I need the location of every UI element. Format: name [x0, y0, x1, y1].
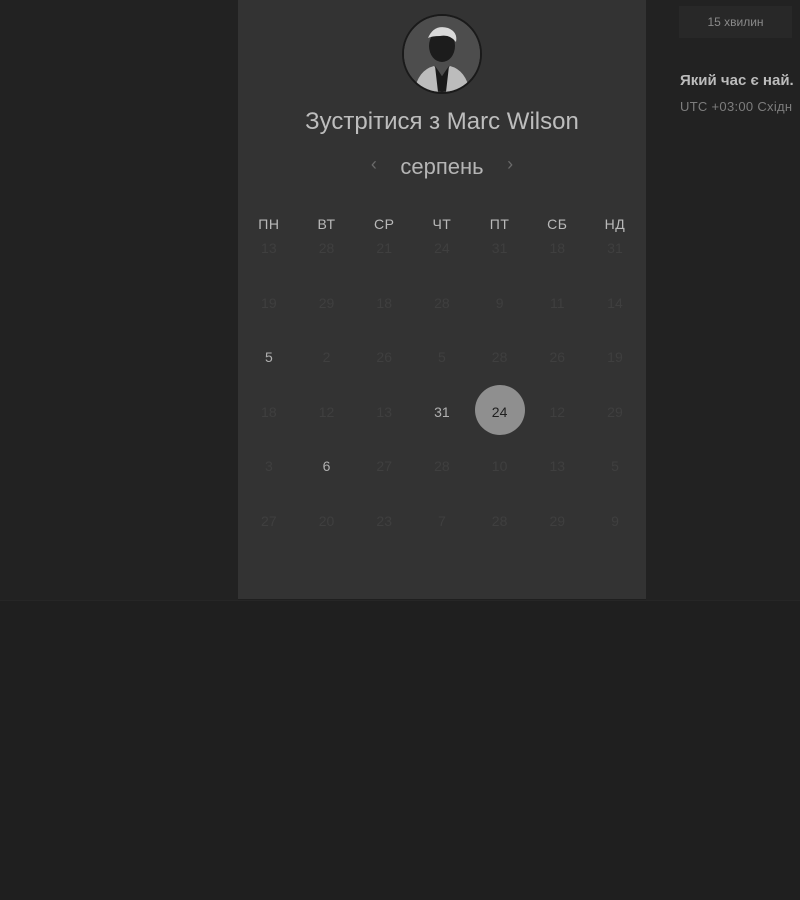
timezone-label[interactable]: UTC +03:00 Східн [680, 99, 792, 114]
chevron-right-icon[interactable]: › [500, 154, 520, 175]
calendar-day: 27 [261, 512, 277, 529]
calendar-day: 28 [434, 458, 450, 474]
calendar-day: 28 [491, 349, 508, 365]
calendar-day: 5 [438, 349, 446, 365]
calendar-day: 12 [318, 403, 335, 420]
calendar-day-available[interactable]: 31 [413, 402, 471, 422]
calendar-day: 26 [376, 349, 392, 365]
calendar-week: 19 29 18 28 9 11 14 [240, 293, 644, 348]
calendar-day: 29 [318, 294, 335, 311]
calendar-day: 21 [376, 240, 392, 256]
calendar-day: 12 [549, 403, 566, 420]
weekday-header: ПН ВТ СР ЧТ ПТ СБ НД [240, 216, 644, 232]
calendar-day: 18 [376, 294, 392, 311]
calendar-day: 10 [491, 458, 508, 474]
calendar-day: 31 [491, 240, 508, 256]
page-title: Зустрітися з Marc Wilson [305, 108, 579, 135]
month-label: серпень [400, 154, 484, 179]
calendar-week: 27 20 23 7 28 29 9 [240, 511, 644, 566]
calendar-day: 27 [376, 458, 392, 474]
calendar-day-available[interactable]: 5 [240, 347, 298, 367]
calendar-day: 31 [607, 240, 623, 256]
chevron-left-icon[interactable]: ‹ [364, 154, 384, 175]
duration-button[interactable]: 15 хвилин [679, 6, 792, 38]
calendar-day: 28 [318, 240, 335, 256]
calendar-grid: 13 28 21 24 31 18 31 19 29 18 28 9 11 14… [240, 238, 644, 565]
calendar-day: 9 [611, 512, 619, 529]
calendar-day: 14 [607, 294, 623, 311]
calendar-day: 2 [322, 349, 331, 365]
calendar-week: 5 2 26 5 28 26 19 [240, 347, 644, 402]
calendar-day: 28 [491, 512, 508, 529]
month-navigation: ‹ серпень › [238, 154, 646, 184]
calendar-week: 13 28 21 24 31 18 31 [240, 238, 644, 293]
weekday-label: СБ [547, 216, 568, 232]
calendar-day: 23 [376, 512, 392, 529]
calendar-day: 9 [495, 294, 504, 311]
calendar-day: 28 [434, 294, 450, 311]
weekday-label: СР [373, 216, 395, 232]
time-question-heading: Який час є най. [680, 72, 794, 89]
calendar-day-selected[interactable]: 24 [471, 384, 529, 435]
calendar-week: 3 6 27 28 10 13 5 [240, 456, 644, 511]
calendar-day-available[interactable]: 6 [298, 456, 356, 476]
calendar-day: 26 [549, 349, 566, 365]
calendar-day: 18 [549, 240, 566, 256]
calendar-week: 18 12 13 31 24 12 29 [240, 384, 644, 457]
calendar-day: 29 [549, 512, 566, 529]
calendar-day: 19 [261, 294, 277, 311]
booking-calendar-panel: Зустрітися з Marc Wilson ‹ серпень › ПН … [238, 0, 646, 599]
calendar-day: 13 [549, 458, 566, 474]
avatar-photo [404, 16, 480, 92]
calendar-day: 13 [261, 240, 277, 256]
weekday-label: НД [604, 216, 626, 232]
calendar-day: 11 [550, 294, 565, 311]
calendar-day: 19 [607, 349, 623, 365]
calendar-day: 24 [434, 240, 450, 256]
calendar-day: 5 [611, 458, 619, 474]
calendar-day: 18 [261, 403, 277, 420]
calendar-day: 13 [376, 403, 392, 420]
calendar-day: 29 [607, 403, 623, 420]
selected-day-number: 24 [491, 403, 508, 420]
divider [0, 600, 800, 601]
calendar-day: 3 [264, 458, 273, 474]
calendar-day: 20 [318, 512, 335, 529]
avatar [402, 14, 482, 94]
weekday-label: ПН [258, 216, 280, 232]
weekday-label: ЧТ [432, 216, 452, 232]
calendar-day: 7 [438, 512, 446, 529]
weekday-label: ВТ [317, 216, 336, 232]
weekday-label: ПТ [489, 216, 510, 232]
background-right [646, 0, 800, 600]
background-left [0, 0, 238, 600]
